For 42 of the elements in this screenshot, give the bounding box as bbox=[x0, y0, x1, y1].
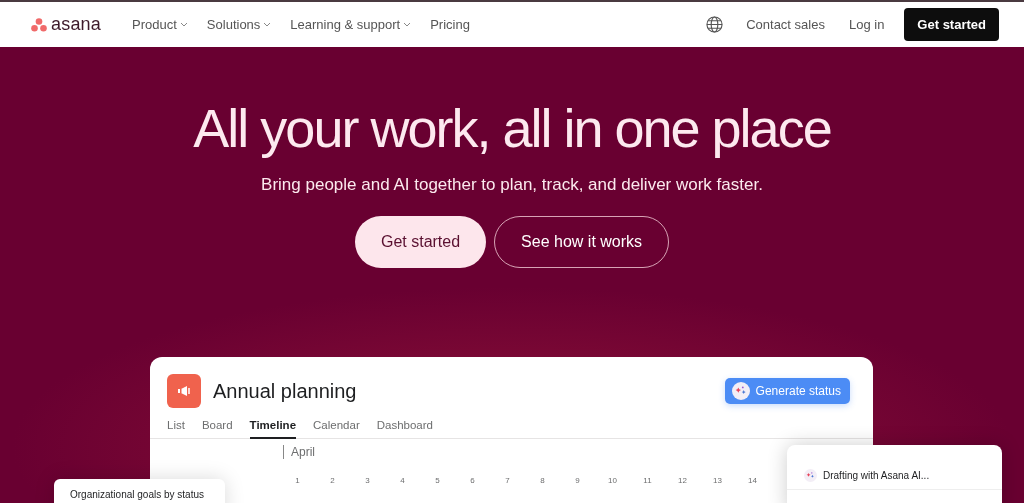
logo-icon bbox=[31, 17, 47, 32]
day-label: 12 bbox=[677, 476, 688, 485]
contact-sales-link[interactable]: Contact sales bbox=[746, 17, 825, 32]
nav-menu-item[interactable]: Pricing bbox=[430, 17, 470, 32]
ai-status-text: Drafting with Asana AI... bbox=[823, 469, 930, 481]
day-label: 2 bbox=[329, 476, 336, 485]
chevron-down-icon bbox=[403, 22, 412, 27]
sparkle-icon bbox=[731, 382, 750, 400]
day-label: 9 bbox=[574, 476, 581, 485]
day-label: 6 bbox=[469, 476, 476, 485]
get-started-button[interactable]: Get started bbox=[354, 216, 487, 268]
view-tab[interactable]: Timeline bbox=[249, 415, 297, 439]
nav-menu-item[interactable]: Solutions bbox=[206, 17, 272, 32]
logo-text[interactable]: asana bbox=[51, 14, 102, 35]
chevron-down-icon bbox=[179, 22, 188, 27]
nav-menu-item[interactable]: Product bbox=[132, 17, 188, 32]
day-label: 10 bbox=[607, 476, 618, 485]
day-label: 7 bbox=[504, 476, 511, 485]
view-tab[interactable]: List bbox=[167, 415, 185, 439]
day-label: 11 bbox=[642, 476, 653, 485]
project-title: Annual planning bbox=[213, 379, 357, 403]
sparkle-icon bbox=[804, 468, 817, 482]
megaphone-icon bbox=[167, 374, 201, 408]
hero-subtitle: Bring people and AI together to plan, track, and deliver work faster. bbox=[261, 175, 763, 195]
day-label: 4 bbox=[399, 476, 406, 485]
month-label: April bbox=[283, 445, 315, 459]
login-link[interactable]: Log in bbox=[848, 17, 885, 32]
hero-title: All your work, all in one place bbox=[193, 97, 831, 159]
day-label: 8 bbox=[539, 476, 546, 485]
day-label: 3 bbox=[364, 476, 371, 485]
globe-icon[interactable] bbox=[706, 16, 724, 33]
day-label: 13 bbox=[712, 476, 723, 485]
view-tab[interactable]: Board bbox=[201, 415, 233, 439]
day-label: 14 bbox=[747, 476, 758, 485]
nav-menu-item[interactable]: Learning & support bbox=[290, 17, 412, 32]
view-tab[interactable]: Dashboard bbox=[376, 415, 433, 439]
day-label: 1 bbox=[294, 476, 301, 485]
get-started-button[interactable]: Get started bbox=[904, 8, 999, 41]
chevron-down-icon bbox=[263, 22, 272, 27]
view-tab[interactable]: Calendar bbox=[313, 415, 360, 439]
day-label: 5 bbox=[434, 476, 441, 485]
goals-card-title: Organizational goals by status bbox=[69, 488, 205, 500]
